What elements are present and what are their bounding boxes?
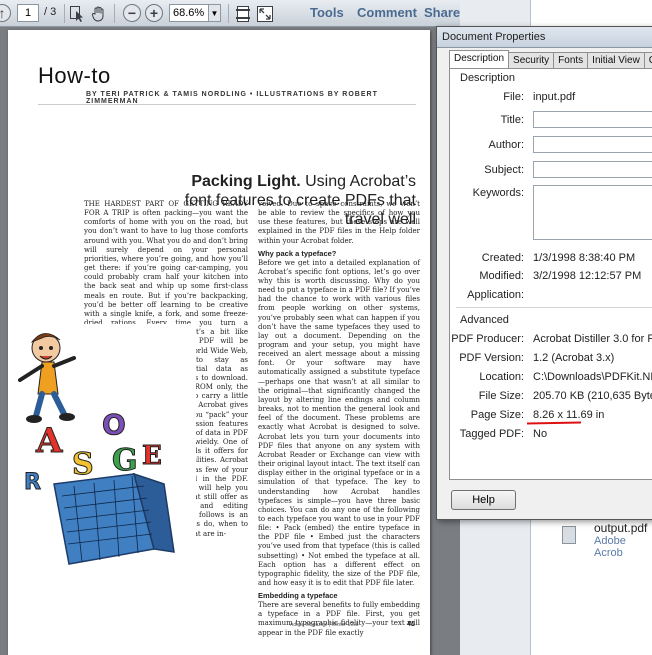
dialog-title: Document Properties bbox=[437, 27, 652, 48]
zoom-input[interactable]: 68.6% bbox=[169, 4, 209, 22]
svg-text:G: G bbox=[112, 443, 138, 478]
svg-text:R: R bbox=[24, 470, 41, 495]
svg-text:E: E bbox=[142, 441, 162, 471]
subject-label: Subject: bbox=[484, 164, 524, 176]
author-field[interactable] bbox=[533, 136, 652, 153]
zoom-out-button[interactable]: − bbox=[123, 4, 141, 22]
subject-field[interactable] bbox=[533, 161, 652, 178]
description-heading: Description bbox=[460, 72, 516, 84]
application-label: Application: bbox=[467, 289, 524, 301]
file-label: File: bbox=[503, 91, 524, 103]
section-heading: Why pack a typeface? bbox=[258, 248, 337, 258]
created-value: 1/3/1998 8:38:40 PM bbox=[533, 252, 636, 264]
location-label: Location: bbox=[479, 371, 524, 383]
file-size-label: File Size: bbox=[478, 390, 524, 402]
tagged-pdf-value: No bbox=[533, 428, 548, 440]
page-number: 41 bbox=[407, 621, 415, 628]
version-value: 1.2 (Acrobat 3.x) bbox=[533, 352, 615, 364]
acrobat-toolbar: ↑ 1 / 3 − + 68.6% ▼ Tools Comment Share bbox=[0, 0, 460, 27]
share-pane-link[interactable]: Share bbox=[424, 5, 460, 20]
help-button[interactable]: Help bbox=[451, 490, 516, 510]
file-size-value: 205.70 KB (210,635 Bytes) bbox=[533, 390, 652, 402]
properties-tabs: Description Security Fonts Initial View … bbox=[449, 50, 652, 69]
column-paragraph: volved. Due to space constraints, we won… bbox=[258, 200, 420, 245]
full-screen-icon[interactable] bbox=[256, 4, 274, 23]
document-properties-dialog: Document Properties Description Security… bbox=[436, 26, 652, 520]
producer-label: PDF Producer: bbox=[451, 333, 524, 345]
location-value: C:\Downloads\PDFKit.NET_4.0.31. bbox=[533, 371, 652, 383]
pdf-page: How-to BY TERI PATRICK & TAMIS NORDLING … bbox=[8, 30, 430, 655]
tab-initial-view[interactable]: Initial View bbox=[587, 52, 645, 69]
screen: { "toolbar": { "page_current": "1", "pag… bbox=[0, 0, 652, 655]
section-divider bbox=[456, 307, 652, 308]
tab-fonts[interactable]: Fonts bbox=[553, 52, 589, 69]
advanced-heading: Advanced bbox=[460, 314, 509, 326]
zoom-dropdown-chevron-icon[interactable]: ▼ bbox=[208, 4, 221, 22]
article-title: How-to bbox=[38, 63, 111, 88]
page-size-value: 8.26 x 11.69 in bbox=[533, 409, 605, 421]
page-footer: Adobe Magazine | Winter 1998 bbox=[290, 622, 359, 628]
title-rule bbox=[38, 104, 416, 105]
pdf-file-icon bbox=[562, 526, 576, 544]
zoom-in-button[interactable]: + bbox=[145, 4, 163, 22]
version-label: PDF Version: bbox=[459, 352, 524, 364]
title-label: Title: bbox=[500, 114, 524, 126]
tagged-pdf-label: Tagged PDF: bbox=[459, 428, 524, 440]
tools-pane-link[interactable]: Tools bbox=[310, 5, 344, 20]
keywords-field[interactable] bbox=[533, 185, 652, 240]
file-name: output.pdf bbox=[594, 521, 648, 535]
fit-page-icon[interactable] bbox=[234, 4, 252, 23]
svg-text:O: O bbox=[102, 408, 126, 441]
created-label: Created: bbox=[481, 252, 524, 264]
file-value: input.pdf bbox=[533, 91, 576, 103]
tab-description[interactable]: Description bbox=[449, 50, 510, 69]
suitcase-illustration: A S G O E R bbox=[14, 324, 196, 574]
page-size-label: Page Size: bbox=[470, 409, 524, 421]
svg-text:S: S bbox=[72, 447, 94, 482]
tab-security[interactable]: Security bbox=[508, 52, 555, 69]
producer-value: Acrobat Distiller 3.0 for Power Mac bbox=[533, 333, 652, 345]
file-type: Adobe Acrob bbox=[594, 535, 626, 559]
column-paragraph: There are several benefits to fully embe… bbox=[258, 601, 420, 637]
hand-tool-icon[interactable] bbox=[90, 4, 108, 23]
modified-value: 3/2/1998 12:12:57 PM bbox=[533, 270, 642, 282]
previous-page-button[interactable]: ↑ bbox=[0, 4, 11, 22]
svg-text:A: A bbox=[35, 421, 63, 461]
comment-pane-link[interactable]: Comment bbox=[357, 5, 417, 20]
column-paragraph: Before we get into a detailed explanatio… bbox=[258, 258, 421, 588]
keywords-label: Keywords: bbox=[472, 187, 524, 199]
description-panel: Description File: input.pdf Title: Autho… bbox=[449, 68, 652, 480]
title-field[interactable] bbox=[533, 111, 652, 128]
section-heading: Embedding a typeface bbox=[258, 591, 338, 601]
article-column-right: volved. Due to space constraints, we won… bbox=[258, 200, 420, 638]
select-tool-icon[interactable] bbox=[68, 4, 86, 23]
tab-custom[interactable]: Custom bbox=[643, 52, 652, 69]
author-label: Author: bbox=[488, 139, 524, 151]
page-total: / 3 bbox=[44, 6, 57, 18]
modified-label: Modified: bbox=[479, 270, 524, 282]
page-number-input[interactable]: 1 bbox=[17, 4, 39, 22]
article-byline: BY TERI PATRICK & TAMIS NORDLING • ILLUS… bbox=[86, 91, 378, 105]
